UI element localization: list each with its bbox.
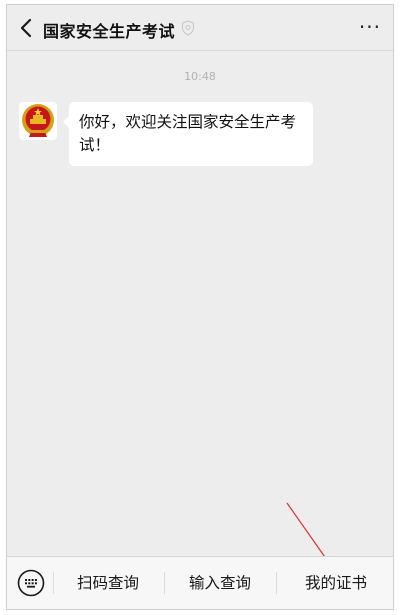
keyboard-icon[interactable]: [17, 569, 45, 597]
emblem-icon: [19, 102, 57, 140]
chat-area: 10:48 你好，欢迎关注国家安全生产考试！: [7, 51, 393, 557]
chevron-left-icon[interactable]: [17, 17, 37, 39]
chat-screen: 国家安全生产考试 ··· 10:48 你好，欢迎关注国家安全生产考试！ 扫码查询…: [6, 4, 394, 610]
menu-item-scan-query[interactable]: 扫码查询: [53, 557, 163, 609]
menu-item-input-query[interactable]: 输入查询: [165, 557, 275, 609]
message-timestamp: 10:48: [184, 70, 216, 83]
page-title: 国家安全生产考试: [43, 22, 176, 41]
verified-badge-icon: [181, 20, 195, 36]
menu-item-my-certificate[interactable]: 我的证书: [277, 557, 393, 609]
national-emblem-avatar[interactable]: [19, 102, 57, 140]
bottom-menu-bar: 扫码查询 输入查询 我的证书: [7, 556, 393, 609]
chat-header: 国家安全生产考试 ···: [7, 5, 393, 51]
message-bubble: 你好，欢迎关注国家安全生产考试！: [63, 102, 313, 166]
more-options-button[interactable]: ···: [359, 15, 381, 39]
